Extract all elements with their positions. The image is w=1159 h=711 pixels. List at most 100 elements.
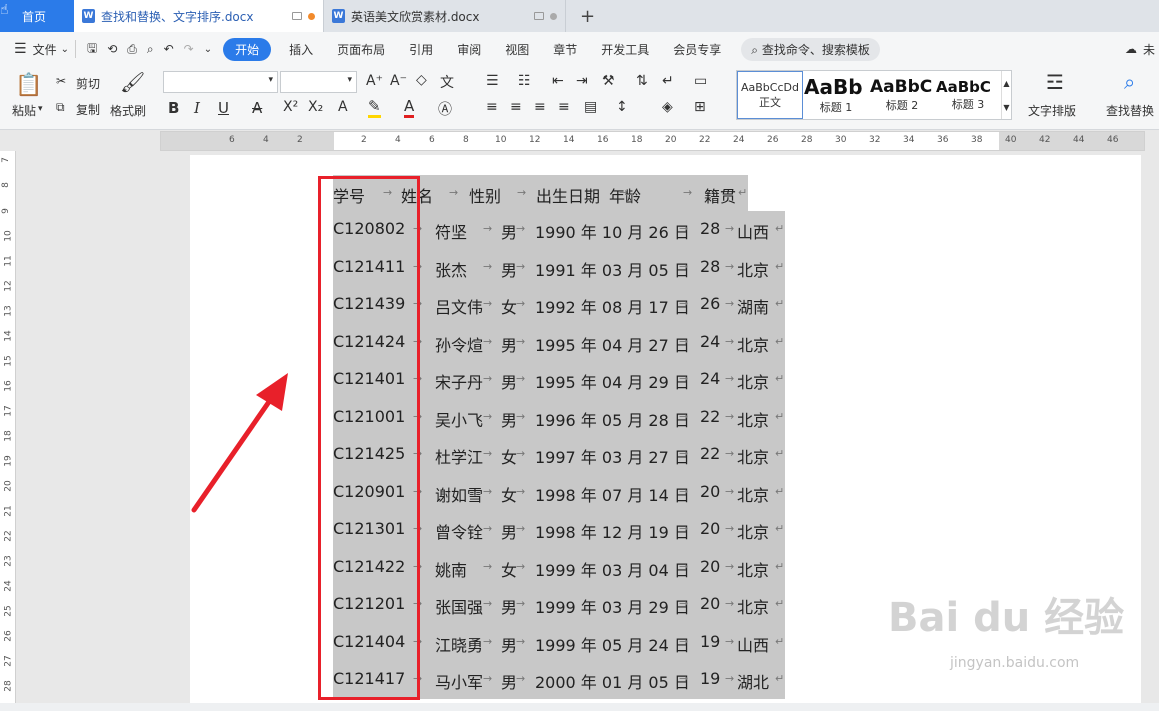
menu-member[interactable]: 会员专享 [661, 41, 733, 58]
preview-icon[interactable]: ⌕ [147, 42, 154, 57]
decrease-indent-icon[interactable]: ⇤ [552, 73, 564, 89]
show-marks-icon[interactable]: ↵ [662, 73, 674, 89]
table-cell: 22 [700, 444, 721, 463]
menu-references[interactable]: 引用 [397, 41, 445, 58]
char-border-icon[interactable]: Ⓐ [438, 99, 452, 119]
distribute-icon[interactable]: ▤ [584, 99, 597, 115]
monitor-icon[interactable] [534, 12, 544, 20]
grow-font-icon[interactable]: A⁺ [366, 73, 383, 89]
copy-icon[interactable]: ⧉ [56, 100, 65, 115]
print-icon[interactable]: ⎙ [127, 42, 137, 57]
ruler-tick: 4 [395, 135, 401, 145]
new-tab-icon[interactable]: + [580, 0, 595, 32]
menu-developer[interactable]: 开发工具 [589, 41, 661, 58]
command-search[interactable]: ⌕ 查找命令、搜索模板 [741, 37, 880, 61]
ruler-tick: 4 [263, 135, 269, 145]
hamburger-icon[interactable]: ☰ [14, 41, 27, 57]
borders-icon[interactable]: ⊞ [694, 99, 706, 115]
chevron-down-icon[interactable]: ▼ [1003, 103, 1009, 112]
style-scroll[interactable]: ▲ ▼ [1001, 71, 1011, 119]
shrink-font-icon[interactable]: A⁻ [390, 73, 407, 89]
style-preview: AaBbC [936, 78, 991, 96]
strikethrough-icon[interactable]: A [252, 99, 262, 117]
menu-insert[interactable]: 插入 [277, 41, 325, 58]
menu-file[interactable]: 文件 [33, 41, 57, 58]
chevron-down-icon[interactable]: ⌄ [61, 44, 69, 55]
font-color-icon[interactable]: A [404, 97, 415, 118]
style-gallery: AaBbCcDd 正文 AaBb 标题 1 AaBbC 标题 2 AaBbC 标… [736, 70, 1012, 120]
chevron-up-icon[interactable]: ▲ [1003, 79, 1009, 88]
table-cell: 24 [700, 369, 721, 388]
format-painter-label[interactable]: 格式刷 [110, 102, 146, 119]
text-effect-icon[interactable]: A [338, 99, 348, 115]
sort-icon[interactable]: ⇅ [636, 73, 648, 89]
align-right-icon[interactable]: ≡ [534, 99, 546, 115]
bullet-list-icon[interactable]: ☰ [486, 73, 499, 89]
find-icon[interactable]: ⌕ [1124, 70, 1135, 94]
style-normal[interactable]: AaBbCcDd 正文 [737, 71, 803, 119]
menu-start[interactable]: 开始 [223, 37, 272, 61]
ruler-tick: 11 [3, 255, 14, 267]
unsaved-dot-icon[interactable] [308, 12, 315, 20]
table-cell: 曾令铨 [435, 523, 484, 542]
subscript-icon[interactable]: X₂ [308, 99, 323, 115]
ruler-tick: 7 [0, 157, 11, 163]
phonetic-icon[interactable]: 文 [440, 72, 454, 92]
paste-label[interactable]: 粘贴 [12, 102, 36, 119]
highlight-icon[interactable]: ✎ [368, 97, 381, 118]
tab-doc-inactive-label: 英语美文欣赏素材.docx [351, 9, 480, 24]
increase-indent-icon[interactable]: ⇥ [576, 73, 588, 89]
format-painter-icon[interactable]: 🖌 [120, 70, 145, 94]
cut-label[interactable]: 剪切 [76, 75, 100, 92]
tab-doc-active[interactable]: W 查找和替换、文字排序.docx [74, 0, 324, 32]
menu-review[interactable]: 审阅 [445, 41, 493, 58]
cloud-icon[interactable]: ☁ [1125, 42, 1137, 56]
font-size-select[interactable]: ▾ [280, 71, 357, 93]
share-icon[interactable]: ⟲ [107, 42, 117, 56]
monitor-icon[interactable] [292, 12, 302, 20]
tab-home[interactable]: ☝ 首页 [0, 0, 74, 32]
shading-icon[interactable]: ◈ [662, 99, 673, 115]
italic-icon[interactable]: I [194, 99, 200, 117]
underline-icon[interactable]: U [218, 99, 229, 117]
undo-icon[interactable]: ↶ [164, 42, 174, 56]
style-heading-2[interactable]: AaBbC 标题 2 [869, 71, 935, 119]
text-layout-label[interactable]: 文字排版 [1028, 102, 1076, 119]
table-cell: 孙令煊 [435, 335, 484, 355]
redo-icon[interactable]: ↷ [184, 42, 194, 56]
menu-view[interactable]: 视图 [493, 41, 541, 58]
line-spacing-icon[interactable]: ↕ [616, 99, 628, 115]
tab-arrow-icon: → [483, 222, 493, 235]
horizontal-ruler[interactable]: 6 4 2 2 4 6 8 10 12 14 16 18 20 22 24 26… [160, 131, 1145, 151]
find-replace-label[interactable]: 查找替换 [1106, 102, 1154, 119]
align-left-icon[interactable]: ≡ [486, 99, 498, 115]
menu-section[interactable]: 章节 [541, 41, 589, 58]
justify-icon[interactable]: ≡ [558, 99, 570, 115]
align-center-icon[interactable]: ≡ [510, 99, 522, 115]
superscript-icon[interactable]: X² [283, 99, 298, 115]
table-layout-icon[interactable]: ▭ [694, 73, 707, 89]
bold-icon[interactable]: B [168, 99, 179, 117]
menu-right-label[interactable]: 未 [1143, 41, 1155, 58]
text-layout-icon[interactable]: ☲ [1046, 70, 1064, 94]
table-cell: 北京 [737, 523, 770, 542]
cut-icon[interactable]: ✂ [56, 74, 66, 88]
copy-label[interactable]: 复制 [76, 101, 100, 118]
style-heading-3[interactable]: AaBbC 标题 3 [935, 71, 1001, 119]
chinese-layout-icon[interactable]: ⚒ [602, 73, 615, 89]
style-heading-1[interactable]: AaBb 标题 1 [803, 71, 869, 119]
clear-format-icon[interactable]: ◇ [416, 72, 427, 88]
paste-icon[interactable]: 📋 [15, 72, 42, 98]
tab-doc-inactive[interactable]: W 英语美文欣赏素材.docx [324, 0, 566, 32]
paragraph-mark-icon: ↵ [775, 447, 785, 460]
font-name-select[interactable]: ▾ [163, 71, 278, 93]
numbered-list-icon[interactable]: ☷ [518, 73, 531, 89]
ruler-tick: 27 [3, 655, 14, 667]
tab-dot-icon[interactable] [550, 12, 557, 20]
quick-access-chevron-icon[interactable]: ⌄ [204, 44, 212, 55]
save-icon[interactable]: 🖫 [87, 39, 97, 60]
table-cell: 24 [700, 331, 721, 351]
chevron-down-icon[interactable]: ▾ [38, 104, 43, 114]
menu-page-layout[interactable]: 页面布局 [325, 41, 397, 58]
vertical-ruler[interactable]: 7 8 9 10 11 12 13 14 15 16 17 18 19 20 2… [0, 151, 16, 711]
